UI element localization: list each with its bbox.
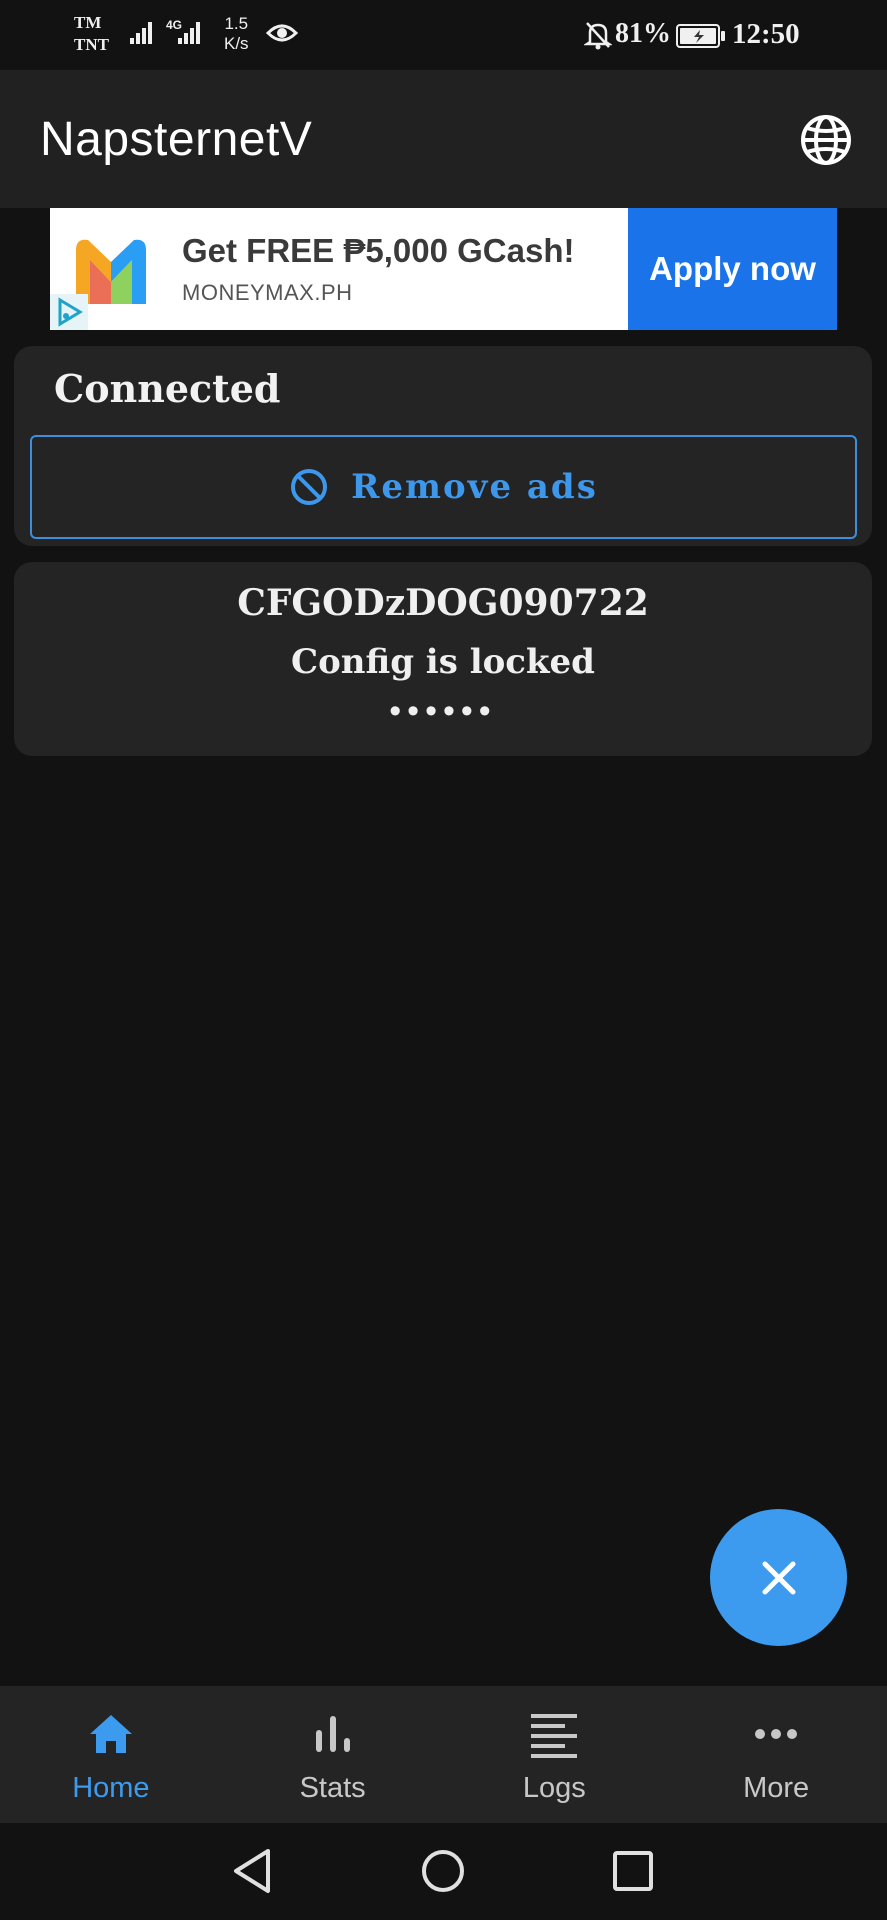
bottom-nav: Home Stats Logs More <box>0 1686 887 1823</box>
ad-banner[interactable]: Get FREE ₱5,000 GCash! MONEYMAX.PH Apply… <box>50 208 837 330</box>
carrier-1: TM <box>74 13 102 32</box>
home-icon <box>89 1715 132 1753</box>
nav-home[interactable]: Home <box>0 1686 222 1823</box>
nav-logs[interactable]: Logs <box>444 1686 666 1823</box>
carrier-labels: TM TNT <box>74 12 109 56</box>
nav-stats[interactable]: Stats <box>222 1686 444 1823</box>
more-dots-icon <box>755 1729 798 1739</box>
signal-icon-2 <box>178 22 200 44</box>
battery-icon <box>676 24 725 48</box>
ad-apply-button[interactable]: Apply now <box>628 208 837 330</box>
remove-ads-label: Remove ads <box>351 467 598 507</box>
ad-choices-icon[interactable] <box>50 294 88 330</box>
config-card: CFGODzDOG090722 Config is locked •••••• <box>14 562 872 756</box>
config-lock-message: Config is locked <box>291 642 595 682</box>
connection-status-card: Connected Remove ads <box>14 346 872 546</box>
bar-chart-icon <box>315 1716 350 1752</box>
bell-off-icon <box>584 22 612 50</box>
nav-more[interactable]: More <box>665 1686 887 1823</box>
home-circle-icon[interactable] <box>420 1847 466 1895</box>
clock: 12:50 <box>732 18 800 50</box>
nav-stats-label: Stats <box>299 1772 366 1804</box>
eye-icon <box>266 24 298 42</box>
network-speed: 1.5 K/s <box>224 14 249 54</box>
system-nav-bar <box>0 1823 887 1920</box>
back-icon[interactable] <box>230 1847 276 1895</box>
config-name: CFGODzDOG090722 <box>237 582 649 624</box>
close-icon <box>762 1561 795 1594</box>
signal-icon <box>130 22 152 44</box>
config-masked-value: •••••• <box>389 692 497 730</box>
speed-unit: K/s <box>224 34 249 53</box>
carrier-2: TNT <box>74 35 109 54</box>
disconnect-fab[interactable] <box>710 1509 847 1646</box>
app-title: NapsternetV <box>40 113 313 166</box>
globe-icon[interactable] <box>800 114 852 166</box>
speed-value: 1.5 <box>224 14 249 33</box>
connection-status: Connected <box>54 366 281 411</box>
battery-percent: 81% <box>615 18 671 49</box>
status-bar: TM TNT 4G 1.5 K/s 81% 12:50 <box>0 0 887 70</box>
nav-logs-label: Logs <box>522 1772 586 1804</box>
nav-more-label: More <box>743 1772 810 1804</box>
ad-title: Get FREE ₱5,000 GCash! <box>182 232 575 269</box>
list-icon <box>531 1714 578 1758</box>
block-icon <box>291 469 328 505</box>
ad-domain: MONEYMAX.PH <box>182 280 353 305</box>
recents-icon[interactable] <box>610 1847 656 1895</box>
nav-home-label: Home <box>72 1772 150 1804</box>
app-bar: NapsternetV <box>0 70 887 208</box>
remove-ads-button[interactable]: Remove ads <box>30 435 857 539</box>
